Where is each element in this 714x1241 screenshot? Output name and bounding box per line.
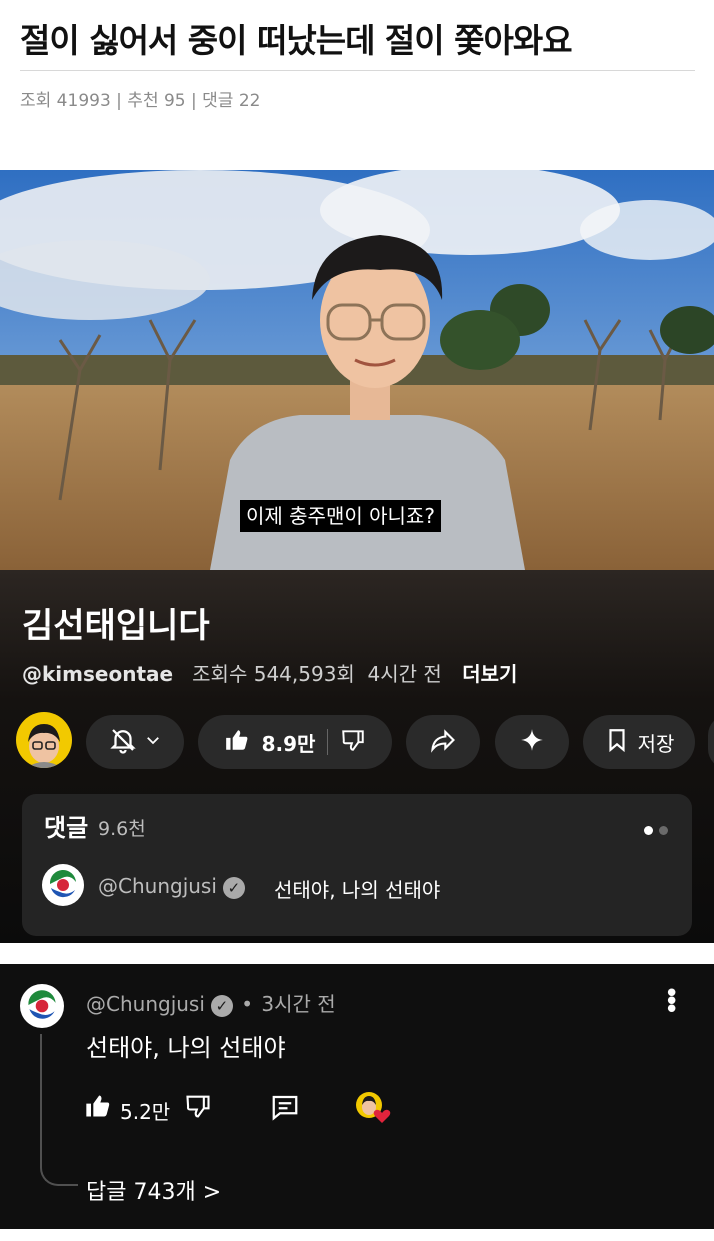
share-icon [429, 726, 457, 759]
bookmark-icon [604, 727, 630, 758]
upload-age: 4시간 전 [367, 662, 442, 686]
more-vert-icon[interactable]: • • • [664, 981, 679, 1023]
comments-count: 9.6천 [98, 818, 146, 840]
video-title: 김선태입니다 [22, 606, 210, 646]
thumbs-up-icon[interactable] [84, 1092, 112, 1124]
channel-handle[interactable]: @kimseontae [22, 662, 173, 686]
ask-ai-button[interactable] [495, 715, 569, 769]
post-title: 절이 싫어서 중이 떠났는데 절이 쫓아와요 [20, 21, 573, 60]
comment-author[interactable]: @Chungjusi [86, 992, 205, 1016]
save-label: 저장 [637, 731, 675, 756]
save-button[interactable]: 저장 [583, 715, 695, 769]
top-comment-preview: @Chungjusi ✓ 선태야, 나의 선태야 [42, 864, 682, 908]
comment-actions: 5.2만 [84, 1090, 484, 1126]
carousel-dot-active [644, 826, 653, 835]
thumbs-up-icon [224, 727, 250, 758]
title-divider [20, 70, 695, 71]
channel-avatar[interactable] [16, 712, 72, 768]
replies-link[interactable]: 답글 743개 > [86, 1174, 221, 1206]
carousel-dots [638, 820, 668, 839]
chevron-down-icon [144, 730, 162, 754]
sparkle-icon [519, 727, 545, 758]
chungjusi-logo-avatar[interactable] [20, 984, 64, 1028]
comments-preview-card[interactable]: 댓글 9.6천 @Chungjusi ✓ 선태야, 나의 선태야 [22, 794, 692, 936]
post-meta: 조회 41993 | 추천 95 | 댓글 22 [20, 91, 261, 111]
comments-heading: 댓글 [44, 814, 89, 842]
video-screenshot: 이제 충주맨이 아니죠? 김선태입니다 @kimseontae 조회수 544,… [0, 170, 714, 943]
bell-off-icon [108, 725, 138, 760]
more-link[interactable]: 더보기 [462, 662, 517, 686]
comment-like-count: 5.2만 [120, 1100, 171, 1124]
action-bar: 8.9만 저장 [0, 712, 714, 772]
video-meta: @kimseontae 조회수 544,593회 4시간 전 더보기 [22, 658, 517, 687]
subscribe-bell-button[interactable] [86, 715, 184, 769]
comment-age: 3시간 전 [261, 992, 336, 1016]
video-info-panel: 김선태입니다 @kimseontae 조회수 544,593회 4시간 전 더보… [0, 570, 714, 943]
video-subtitle: 이제 충주맨이 아니죠? [240, 500, 441, 532]
comment-preview-text: 선태야, 나의 선태야 [274, 878, 441, 902]
chungjusi-logo-avatar[interactable] [42, 864, 84, 906]
view-count: 조회수 544,593회 [192, 662, 355, 686]
verified-check-icon: ✓ [210, 994, 233, 1017]
comment-author: @Chungjusi ✓ [98, 874, 245, 899]
carousel-dot [659, 826, 668, 835]
like-dislike-button[interactable]: 8.9만 [198, 715, 392, 769]
comment-screenshot: @Chungjusi ✓ • 3시간 전 • • • 선태야, 나의 선태야 5.2만… [0, 964, 714, 1229]
creator-heart-avatar [354, 1090, 394, 1130]
reply-icon[interactable] [270, 1092, 300, 1126]
comment-header: @Chungjusi ✓ • 3시간 전 [86, 992, 336, 1017]
reply-thread-line [40, 1034, 78, 1186]
comment-text: 선태야, 나의 선태야 [86, 1034, 286, 1062]
more-actions-button[interactable] [708, 715, 714, 769]
verified-check-icon: ✓ [222, 876, 245, 899]
share-button[interactable] [406, 715, 480, 769]
thumbs-down-icon[interactable] [184, 1092, 212, 1124]
video-player[interactable]: 이제 충주맨이 아니죠? [0, 170, 714, 570]
thumbs-down-icon[interactable] [340, 727, 366, 758]
like-count: 8.9만 [261, 731, 316, 756]
